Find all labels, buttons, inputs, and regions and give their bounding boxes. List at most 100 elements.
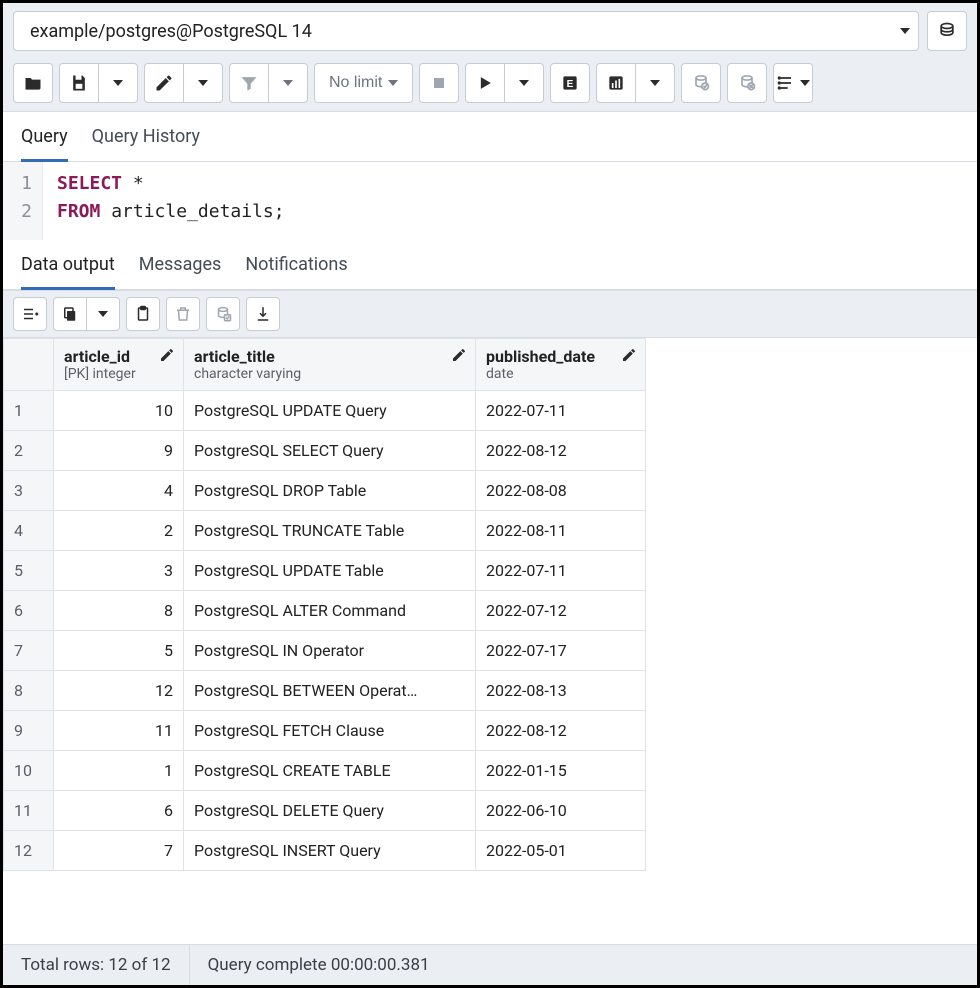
commit-button[interactable] bbox=[681, 63, 721, 103]
chevron-down-icon bbox=[800, 80, 810, 86]
tab-data-output[interactable]: Data output bbox=[21, 254, 115, 290]
open-file-button[interactable] bbox=[13, 63, 53, 103]
cell[interactable]: 2022-06-10 bbox=[476, 791, 646, 831]
results-grid-wrap[interactable]: article_id[PK] integerarticle_titlechara… bbox=[3, 338, 977, 944]
chevron-down-icon bbox=[900, 28, 910, 34]
cell[interactable]: PostgreSQL UPDATE Query bbox=[184, 391, 476, 431]
cell[interactable]: PostgreSQL DROP Table bbox=[184, 471, 476, 511]
save-button[interactable] bbox=[59, 63, 99, 103]
column-header[interactable]: article_titlecharacter varying bbox=[184, 339, 476, 391]
cell[interactable]: 2022-08-12 bbox=[476, 711, 646, 751]
cell[interactable]: 4 bbox=[54, 471, 184, 511]
column-header[interactable]: published_datedate bbox=[476, 339, 646, 391]
cell[interactable]: 2022-07-11 bbox=[476, 551, 646, 591]
cell[interactable]: 2022-01-15 bbox=[476, 751, 646, 791]
cell[interactable]: 2022-08-13 bbox=[476, 671, 646, 711]
cell[interactable]: 1 bbox=[54, 751, 184, 791]
table-row[interactable]: 34PostgreSQL DROP Table2022-08-08 bbox=[4, 471, 646, 511]
column-header[interactable]: article_id[PK] integer bbox=[54, 339, 184, 391]
add-row-button[interactable] bbox=[13, 297, 47, 331]
cell[interactable]: PostgreSQL IN Operator bbox=[184, 631, 476, 671]
paste-button[interactable] bbox=[126, 297, 160, 331]
cell[interactable]: PostgreSQL UPDATE Table bbox=[184, 551, 476, 591]
connection-label: example/postgres@PostgreSQL 14 bbox=[30, 21, 892, 42]
row-number: 9 bbox=[4, 711, 54, 751]
cell[interactable]: PostgreSQL DELETE Query bbox=[184, 791, 476, 831]
download-button[interactable] bbox=[246, 297, 280, 331]
cell[interactable]: 2022-05-01 bbox=[476, 831, 646, 871]
new-connection-button[interactable] bbox=[927, 11, 967, 51]
limit-label: No limit bbox=[329, 74, 382, 92]
cell[interactable]: PostgreSQL SELECT Query bbox=[184, 431, 476, 471]
table-row[interactable]: 116PostgreSQL DELETE Query2022-06-10 bbox=[4, 791, 646, 831]
cell[interactable]: 5 bbox=[54, 631, 184, 671]
cell[interactable]: PostgreSQL CREATE TABLE bbox=[184, 751, 476, 791]
cell[interactable]: 2022-07-11 bbox=[476, 391, 646, 431]
chevron-down-icon bbox=[98, 311, 108, 317]
limit-dropdown[interactable]: No limit bbox=[314, 63, 413, 103]
sql-editor[interactable]: 12 SELECT * FROM article_details; bbox=[3, 162, 977, 240]
status-query-complete: Query complete 00:00:00.381 bbox=[190, 945, 977, 985]
tab-notifications[interactable]: Notifications bbox=[245, 254, 347, 289]
cell[interactable]: PostgreSQL FETCH Clause bbox=[184, 711, 476, 751]
copy-button[interactable] bbox=[53, 297, 87, 331]
tab-query-history[interactable]: Query History bbox=[92, 126, 200, 161]
cell[interactable]: PostgreSQL TRUNCATE Table bbox=[184, 511, 476, 551]
edit-button[interactable] bbox=[144, 63, 184, 103]
row-number: 12 bbox=[4, 831, 54, 871]
connection-selector[interactable]: example/postgres@PostgreSQL 14 bbox=[13, 11, 919, 51]
table-row[interactable]: 127PostgreSQL INSERT Query2022-05-01 bbox=[4, 831, 646, 871]
cell[interactable]: 2 bbox=[54, 511, 184, 551]
cell[interactable]: 2022-08-12 bbox=[476, 431, 646, 471]
cell[interactable]: 11 bbox=[54, 711, 184, 751]
table-row[interactable]: 110PostgreSQL UPDATE Query2022-07-11 bbox=[4, 391, 646, 431]
cell[interactable]: PostgreSQL ALTER Command bbox=[184, 591, 476, 631]
stop-button[interactable] bbox=[419, 63, 459, 103]
table-row[interactable]: 101PostgreSQL CREATE TABLE2022-01-15 bbox=[4, 751, 646, 791]
main-toolbar: No limit E bbox=[3, 59, 977, 112]
tab-messages[interactable]: Messages bbox=[139, 254, 222, 289]
cell[interactable]: 6 bbox=[54, 791, 184, 831]
cell[interactable]: 10 bbox=[54, 391, 184, 431]
table-row[interactable]: 812PostgreSQL BETWEEN Operat…2022-08-13 bbox=[4, 671, 646, 711]
table-row[interactable]: 29PostgreSQL SELECT Query2022-08-12 bbox=[4, 431, 646, 471]
save-dropdown-button[interactable] bbox=[98, 63, 138, 103]
tab-query[interactable]: Query bbox=[21, 126, 68, 162]
filter-dropdown-button[interactable] bbox=[268, 63, 308, 103]
cell[interactable]: 7 bbox=[54, 831, 184, 871]
row-number: 5 bbox=[4, 551, 54, 591]
chevron-down-icon bbox=[198, 80, 208, 86]
cell[interactable]: 2022-07-12 bbox=[476, 591, 646, 631]
cell[interactable]: 2022-08-11 bbox=[476, 511, 646, 551]
cell[interactable]: PostgreSQL INSERT Query bbox=[184, 831, 476, 871]
rollback-button[interactable] bbox=[727, 63, 767, 103]
row-number: 10 bbox=[4, 751, 54, 791]
execute-button[interactable] bbox=[465, 63, 505, 103]
cell[interactable]: 12 bbox=[54, 671, 184, 711]
edit-dropdown-button[interactable] bbox=[183, 63, 223, 103]
table-row[interactable]: 911PostgreSQL FETCH Clause2022-08-12 bbox=[4, 711, 646, 751]
cell[interactable]: 2022-07-17 bbox=[476, 631, 646, 671]
cell[interactable]: 9 bbox=[54, 431, 184, 471]
table-row[interactable]: 42PostgreSQL TRUNCATE Table2022-08-11 bbox=[4, 511, 646, 551]
macros-button[interactable] bbox=[773, 63, 813, 103]
save-data-button[interactable] bbox=[206, 297, 240, 331]
pencil-icon bbox=[621, 347, 637, 367]
cell[interactable]: PostgreSQL BETWEEN Operat… bbox=[184, 671, 476, 711]
explain-dropdown-button[interactable] bbox=[635, 63, 675, 103]
table-row[interactable]: 53PostgreSQL UPDATE Table2022-07-11 bbox=[4, 551, 646, 591]
cell[interactable]: 2022-08-08 bbox=[476, 471, 646, 511]
chevron-down-icon bbox=[388, 80, 398, 86]
delete-row-button[interactable] bbox=[166, 297, 200, 331]
explain-analyze-button[interactable] bbox=[596, 63, 636, 103]
cell[interactable]: 3 bbox=[54, 551, 184, 591]
execute-dropdown-button[interactable] bbox=[504, 63, 544, 103]
table-row[interactable]: 75PostgreSQL IN Operator2022-07-17 bbox=[4, 631, 646, 671]
header-row: article_id[PK] integerarticle_titlechara… bbox=[4, 339, 646, 391]
cell[interactable]: 8 bbox=[54, 591, 184, 631]
explain-button[interactable]: E bbox=[550, 63, 590, 103]
copy-dropdown-button[interactable] bbox=[86, 297, 120, 331]
connection-bar: example/postgres@PostgreSQL 14 bbox=[3, 3, 977, 59]
table-row[interactable]: 68PostgreSQL ALTER Command2022-07-12 bbox=[4, 591, 646, 631]
filter-button[interactable] bbox=[229, 63, 269, 103]
